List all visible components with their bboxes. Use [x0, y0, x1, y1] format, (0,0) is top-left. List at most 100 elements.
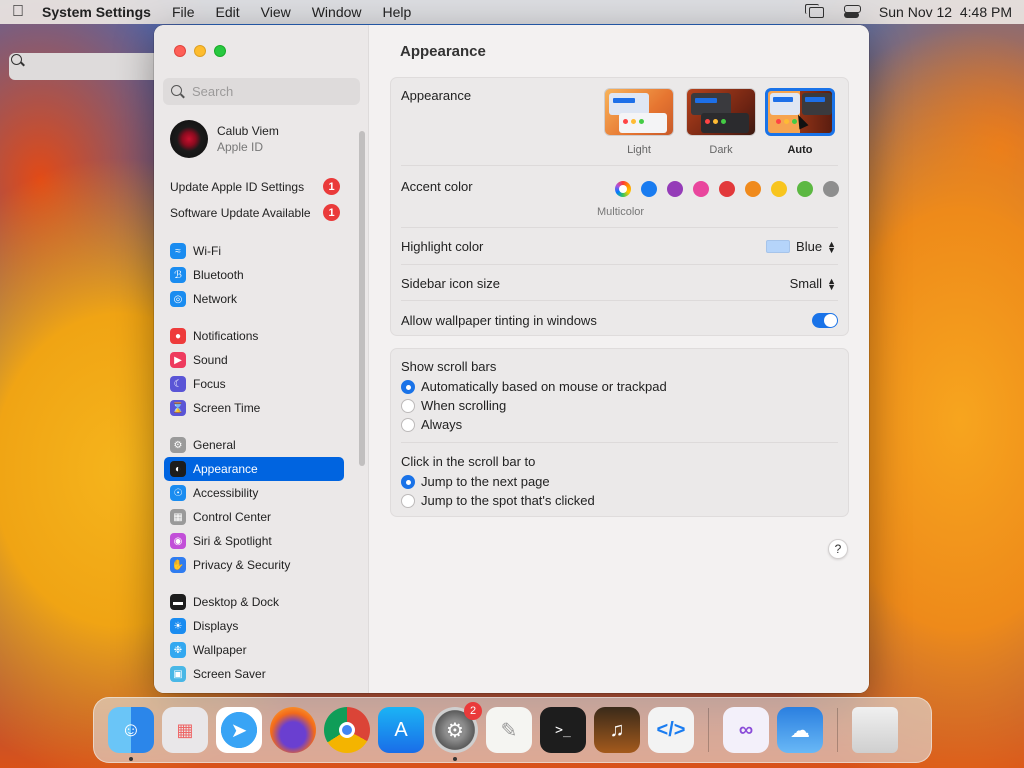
radio-scroll-when-scrolling[interactable]: When scrolling	[401, 398, 506, 413]
wallpaper-tinting-toggle[interactable]	[812, 313, 838, 328]
dock-separator	[837, 708, 838, 752]
wifi-icon: ≈	[170, 243, 186, 259]
weather-icon[interactable]: ☁	[777, 707, 823, 753]
radio-scroll-auto[interactable]: Automatically based on mouse or trackpad	[401, 379, 667, 394]
sidebar-item-screen-saver[interactable]: ▣ Screen Saver	[164, 662, 344, 686]
sidebar-item-label: Bluetooth	[193, 268, 244, 282]
sidebar-item-label: Privacy & Security	[193, 558, 291, 572]
sidebar-item-label: Control Center	[193, 510, 272, 524]
appearance-option-label: Dark	[709, 144, 733, 156]
app-store-icon[interactable]: A	[378, 707, 424, 753]
radio-button[interactable]	[401, 493, 415, 508]
page-title: Appearance	[400, 43, 486, 60]
appearance-label: Appearance	[401, 88, 472, 103]
sidebar-item-focus[interactable]: ☾ Focus	[164, 372, 344, 396]
sidebar-item-privacy-security[interactable]: ✋ Privacy & Security	[164, 553, 344, 577]
sidebar-item-label: Focus	[193, 377, 226, 391]
sidebar-item-wi-fi[interactable]: ≈ Wi-Fi	[164, 239, 344, 263]
sidebar-icon-size-popup[interactable]: Small ▲ ▼	[790, 276, 836, 291]
accent-swatch[interactable]	[719, 181, 735, 197]
divider	[401, 264, 838, 265]
sidebar-icon-size-value: Small	[789, 276, 823, 291]
radio-jump-next-page[interactable]: Jump to the next page	[401, 474, 550, 489]
menu-app-name[interactable]: System Settings	[42, 4, 151, 20]
radio-button[interactable]	[401, 379, 415, 394]
help-button[interactable]: ?	[828, 539, 848, 559]
sidebar-item-sound[interactable]: ▶ Sound	[164, 348, 344, 372]
accent-swatch[interactable]	[771, 181, 787, 197]
appearance-option-light[interactable]: Light	[604, 88, 674, 156]
menu-view[interactable]: View	[261, 4, 291, 20]
scroll-bars-card: Show scroll bars Automatically based on …	[390, 348, 849, 517]
firefox-icon[interactable]	[270, 707, 316, 753]
chrome-icon[interactable]	[324, 707, 370, 753]
sidebar-item-control-center[interactable]: ▦ Control Center	[164, 505, 344, 529]
sidebar-item-screen-time[interactable]: ⌛ Screen Time	[164, 396, 344, 420]
sidebar-item-wallpaper[interactable]: ❉ Wallpaper	[164, 638, 344, 662]
accent-swatch[interactable]	[641, 181, 657, 197]
safari-icon[interactable]: ➤	[216, 707, 262, 753]
accent-swatch[interactable]	[667, 181, 683, 197]
highlight-color-popup[interactable]: Blue ▲ ▼	[766, 239, 836, 254]
menu-edit[interactable]: Edit	[216, 4, 240, 20]
click-scroll-bar-label: Click in the scroll bar to	[401, 454, 536, 469]
divider	[401, 442, 838, 443]
accessibility-icon: ☉	[170, 485, 186, 501]
menu-file[interactable]: File	[172, 4, 195, 20]
trash-icon[interactable]	[852, 707, 898, 753]
accent-color-swatches	[615, 181, 839, 197]
globe-icon: ◎	[170, 291, 186, 307]
finder-icon[interactable]: ☺	[108, 707, 154, 761]
sidebar-item-desktop-dock[interactable]: ▬ Desktop & Dock	[164, 590, 344, 614]
screensaver-icon: ▣	[170, 666, 186, 682]
sidebar-item-network[interactable]: ◎ Network	[164, 287, 344, 311]
appearance-option-label: Auto	[787, 144, 813, 156]
system-settings-icon[interactable]: ⚙ 2	[432, 702, 482, 761]
radio-button[interactable]	[401, 398, 415, 413]
radio-button[interactable]	[401, 417, 415, 432]
apple-menu-icon[interactable]: 	[12, 3, 42, 21]
sidebar-item-label: Desktop & Dock	[193, 595, 280, 609]
sidebar-item-appearance[interactable]: ◐ Appearance	[164, 457, 344, 481]
sidebar-item-accessibility[interactable]: ☉ Accessibility	[164, 481, 344, 505]
textedit-icon[interactable]: ✎	[486, 707, 532, 753]
sidebar-item-displays[interactable]: ☀ Displays	[164, 614, 344, 638]
garageband-icon[interactable]: ♫	[594, 707, 640, 753]
bell-icon: ●	[170, 328, 186, 344]
accent-swatch-multicolor[interactable]	[615, 181, 631, 197]
sidebar-item-bluetooth[interactable]: ℬ Bluetooth	[164, 263, 344, 287]
menu-window[interactable]: Window	[312, 4, 362, 20]
appearance-option-dark[interactable]: Dark	[686, 88, 756, 156]
screen-mirroring-icon[interactable]	[804, 3, 824, 18]
accent-swatch[interactable]	[745, 181, 761, 197]
accent-swatch[interactable]	[823, 181, 839, 197]
sidebar-scrollbar[interactable]	[359, 131, 365, 466]
sidebar: Search Calub Viem Apple ID Update Apple …	[154, 25, 369, 693]
accent-color-label: Accent color	[401, 179, 473, 194]
highlight-swatch	[766, 240, 791, 253]
radio-jump-to-spot[interactable]: Jump to the spot that's clicked	[401, 493, 595, 508]
wallpaper-tinting-label: Allow wallpaper tinting in windows	[401, 313, 597, 328]
accent-swatch[interactable]	[797, 181, 813, 197]
vscode-icon[interactable]: </>	[648, 707, 694, 753]
radio-button[interactable]	[401, 474, 415, 489]
terminal-icon[interactable]: >_	[540, 707, 586, 753]
accent-swatch[interactable]	[693, 181, 709, 197]
system-settings-window: Search Calub Viem Apple ID Update Apple …	[154, 25, 869, 693]
dock: ☺ ▦ ➤ A ⚙ 2 ✎ >_ ♫ </> ∞ ☁	[93, 697, 932, 763]
display-icon: ☀	[170, 618, 186, 634]
menu-bar:  System Settings File Edit View Window …	[0, 0, 1024, 80]
control-center-icon[interactable]	[843, 5, 861, 19]
visual-studio-icon[interactable]: ∞	[723, 707, 769, 753]
sidebar-item-label: Wi-Fi	[193, 244, 221, 258]
radio-scroll-always[interactable]: Always	[401, 417, 462, 432]
radio-label: Always	[421, 417, 463, 432]
sidebar-item-siri-spotlight[interactable]: ◉ Siri & Spotlight	[164, 529, 344, 553]
sidebar-item-general[interactable]: ⚙ General	[164, 433, 344, 457]
sidebar-item-notifications[interactable]: ● Notifications	[164, 324, 344, 348]
sidebar-item-label: Siri & Spotlight	[193, 534, 272, 548]
clock[interactable]: Sun Nov 12 4:48 PM	[879, 4, 1012, 20]
launchpad-icon[interactable]: ▦	[162, 707, 208, 753]
speaker-icon: ▶	[170, 352, 186, 368]
menu-help[interactable]: Help	[383, 4, 412, 20]
